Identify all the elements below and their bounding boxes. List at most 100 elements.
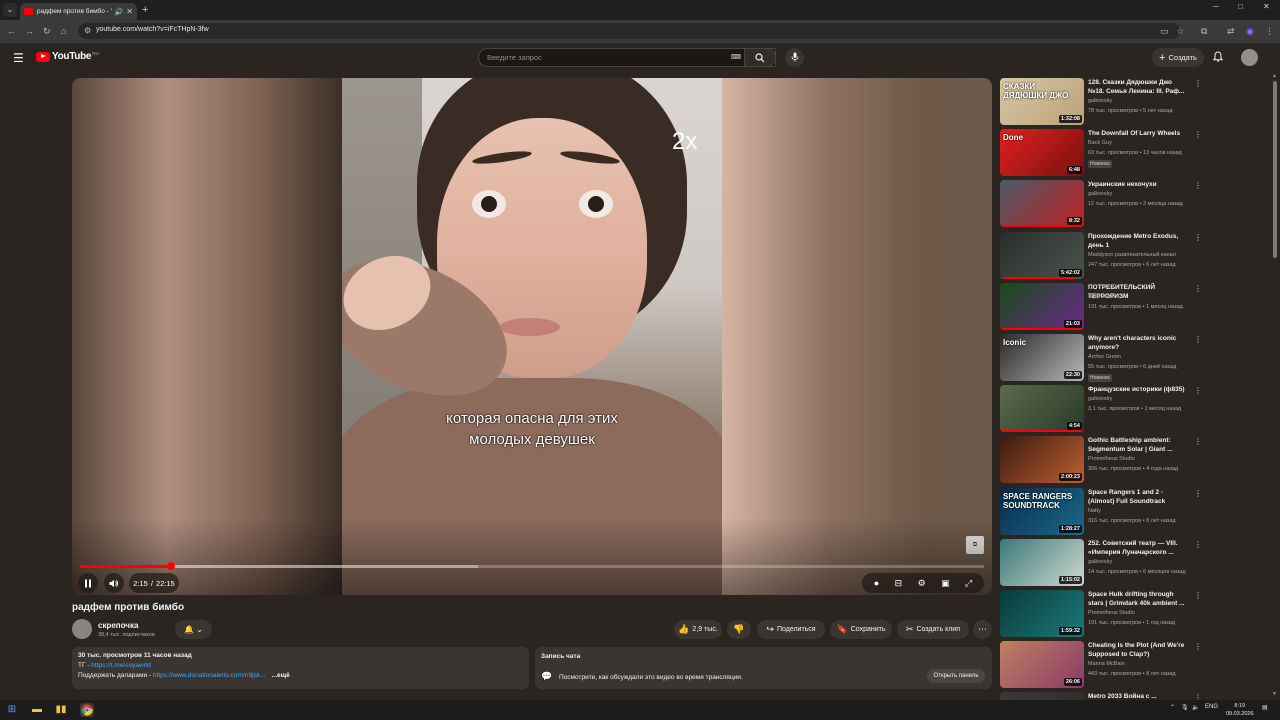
new-tab-button[interactable]: + (142, 3, 148, 17)
more-vertical-icon[interactable]: ⋮ (1194, 540, 1202, 549)
recommendation-channel[interactable]: galkovsky (1088, 559, 1112, 565)
guide-menu-icon[interactable]: ☰ (13, 52, 24, 64)
recommendation-item[interactable]: 5:42:02 Прохождение Metro Exodus, день 1 M… (1000, 231, 1202, 280)
recommendation-title[interactable]: Прохождение Metro Exodus, день 1 (1088, 232, 1188, 250)
video-thumbnail[interactable]: 26:06 (1000, 641, 1084, 689)
recommendation-title[interactable]: 252. Советский театр — VIII. «Империя Лу… (1088, 539, 1188, 557)
more-vertical-icon[interactable]: ⋮ (1194, 642, 1202, 651)
recommendation-channel[interactable]: Prometheus Studio (1088, 610, 1135, 616)
more-vertical-icon[interactable]: ⋮ (1194, 130, 1202, 139)
telegram-link[interactable]: https://t.me/soyawrld (91, 662, 151, 669)
voice-search-button[interactable] (785, 48, 804, 67)
fullscreen-icon[interactable]: ⤢ (965, 578, 972, 589)
video-thumbnail[interactable]: 2:00:23 (1000, 436, 1084, 484)
mute-button[interactable] (104, 573, 124, 593)
page-scrollbar[interactable]: ▲ ▼ (1272, 73, 1278, 700)
video-thumbnail[interactable]: SPACE RANGERS SOUNDTRACK 1:28:27 (1000, 487, 1084, 535)
recommendation-item[interactable]: 1:15:02 252. Советский театр — VIII. «Имп… (1000, 538, 1202, 587)
account-avatar[interactable] (1241, 49, 1258, 66)
recommendation-title[interactable]: Space Rangers 1 and 2 - (Almost) Full So… (1088, 488, 1188, 506)
recommendation-channel[interactable]: galkovsky (1088, 191, 1112, 197)
channel-avatar[interactable] (72, 619, 92, 639)
channel-name[interactable]: скрепочка (98, 621, 138, 630)
microphone-tray-icon[interactable]: 🎙 (1181, 704, 1189, 711)
share-button[interactable]: ↪ Поделиться (757, 620, 825, 639)
more-vertical-icon[interactable]: ⋮ (1194, 233, 1202, 242)
donation-link[interactable]: https://www.donationalerts.com/r/djsk... (153, 672, 266, 679)
more-vertical-icon[interactable]: ⋮ (1194, 591, 1202, 600)
more-vertical-icon[interactable]: ⋮ (1194, 437, 1202, 446)
recommendation-item[interactable]: СКАЗКИ ДЯДЮШКИ ДЖО 1:32:08 128. Сказки Дяд… (1000, 78, 1202, 126)
recommendation-channel[interactable]: Natty (1088, 508, 1101, 514)
video-thumbnail[interactable]: 1:15:02 (1000, 538, 1084, 586)
recommendation-item[interactable]: 1:59:32 Space Hulk drifting through stars… (1000, 590, 1202, 638)
recommendation-channel[interactable]: Manna McBain (1088, 661, 1125, 667)
recommendation-item[interactable]: SPACE RANGERS SOUNDTRACK 1:28:27 Space Ran… (1000, 487, 1202, 536)
more-vertical-icon[interactable]: ⋮ (1194, 489, 1202, 498)
video-thumbnail[interactable]: 5:42:02 (1000, 231, 1084, 279)
youtube-logo[interactable]: YouTube RU (36, 51, 99, 62)
window-close-button[interactable]: ✕ (1263, 2, 1270, 11)
back-arrow-icon[interactable]: ← (7, 25, 16, 37)
install-app-icon[interactable]: ▭ (1160, 25, 1169, 37)
recommendation-item[interactable]: 21:03 ПОТРЕБИТЕЛЬСКИЙ ТЕРРОРИЗМ скрепочка 1… (1000, 282, 1202, 331)
recommendation-channel[interactable]: Archer Green (1088, 354, 1121, 360)
home-icon[interactable]: ⌂ (61, 25, 66, 37)
recommendation-title[interactable]: Украинские нехочухи (1088, 180, 1188, 189)
subtitles-icon[interactable]: ⊟ (895, 578, 903, 589)
forward-arrow-icon[interactable]: → (25, 25, 34, 37)
more-vertical-icon[interactable]: ⋮ (1194, 284, 1202, 293)
create-button[interactable]: + Создать (1152, 48, 1204, 67)
minimize-button[interactable]: ─ (1213, 2, 1219, 11)
translate-icon[interactable]: ⇄ (1227, 25, 1235, 37)
more-actions-button[interactable]: ⋯ (973, 620, 992, 639)
recommendation-item[interactable]: 8:32 Украинские нехочухи galkovsky 12 тыс. … (1000, 180, 1202, 228)
video-thumbnail[interactable]: 21:03 (1000, 282, 1084, 330)
address-bar[interactable]: ⚙ youtube.com/watch?v=iFcTHpN-3fw (78, 23, 1180, 39)
recommendation-channel[interactable]: galkovsky (1088, 396, 1112, 402)
description-box[interactable]: 30 тыс. просмотров 11 часов назад ТГ - h… (72, 647, 529, 689)
save-button[interactable]: 🔖 Сохранить (830, 620, 892, 639)
more-vertical-icon[interactable]: ⋮ (1194, 79, 1202, 88)
system-clock[interactable]: 8:19 09.03.2026 (1226, 702, 1254, 718)
app-icon[interactable]: ▮▮ (54, 703, 68, 717)
video-thumbnail[interactable]: СКАЗКИ ДЯДЮШКИ ДЖО 1:32:08 (1000, 78, 1084, 125)
recommendation-title[interactable]: Why aren't characters iconic anymore? (1088, 334, 1188, 352)
recommendation-title[interactable]: Французские историки (ф835) (1088, 385, 1188, 394)
miniplayer-icon[interactable]: ▣ (941, 578, 950, 589)
notification-center-icon[interactable]: ▤ (1262, 704, 1268, 711)
chrome-icon[interactable] (80, 703, 94, 717)
recommendation-title[interactable]: Cheating Is the Plot (And We're Supposed… (1088, 641, 1188, 659)
reload-icon[interactable]: ↻ (43, 25, 51, 37)
tray-overflow-icon[interactable]: ⌃ (1170, 704, 1175, 711)
clip-button[interactable]: ✂ Создать клип (897, 620, 969, 639)
video-thumbnail[interactable]: 8:32 (1000, 180, 1084, 228)
file-explorer-icon[interactable]: ▬ (30, 703, 44, 717)
scroll-up-arrow-icon[interactable]: ▲ (1272, 73, 1277, 79)
tab-close-icon[interactable]: ✕ (126, 7, 133, 16)
notifications-bell-icon[interactable] (1212, 51, 1224, 65)
video-thumbnail[interactable]: 1:59:32 (1000, 590, 1084, 637)
search-input[interactable]: Введите запрос ⌨ (478, 48, 776, 67)
scrollbar-thumb[interactable] (1273, 81, 1277, 258)
video-player[interactable]: 2x которая опасна для этих молодых девуш… (72, 78, 992, 595)
extensions-icon[interactable]: ⧉ (1201, 25, 1207, 37)
more-vertical-icon[interactable]: ⋮ (1194, 335, 1202, 344)
recommendation-title[interactable]: The Downfall Of Larry Wheels (1088, 129, 1188, 138)
more-vertical-icon[interactable]: ⋮ (1194, 386, 1202, 395)
recommendation-item[interactable]: 4:54 Французские историки (ф835) galkovsky… (1000, 385, 1202, 433)
language-indicator[interactable]: ENG (1205, 704, 1218, 710)
recommendation-item[interactable]: Iconic 22:30 Why aren't characters iconic … (1000, 334, 1202, 382)
recommendation-item[interactable]: 26:06 Cheating Is the Plot (And We're Sup… (1000, 641, 1202, 689)
like-button[interactable]: 👍 2,9 тыс. (674, 620, 722, 639)
open-panel-button[interactable]: Открыть панель (927, 669, 985, 683)
browser-tab-active[interactable]: радфем против бимбо - YouTube 🔊 ✕ (20, 3, 137, 20)
video-thumbnail[interactable]: 4:54 (1000, 385, 1084, 433)
subscribed-notifications-button[interactable]: 🔔 ⌄ (175, 620, 212, 639)
progress-bar[interactable] (80, 562, 984, 570)
recommendation-item[interactable]: Done 6:48 The Downfall Of Larry Wheels Back… (1000, 129, 1202, 177)
recommendation-channel[interactable]: Prometheus Studio (1088, 456, 1135, 462)
windows-start-icon[interactable]: ⊞ (5, 703, 19, 717)
play-pause-button[interactable] (78, 573, 98, 593)
recommendation-item[interactable]: 2:00:23 Gothic Battleship ambient: Segmen… (1000, 436, 1202, 484)
